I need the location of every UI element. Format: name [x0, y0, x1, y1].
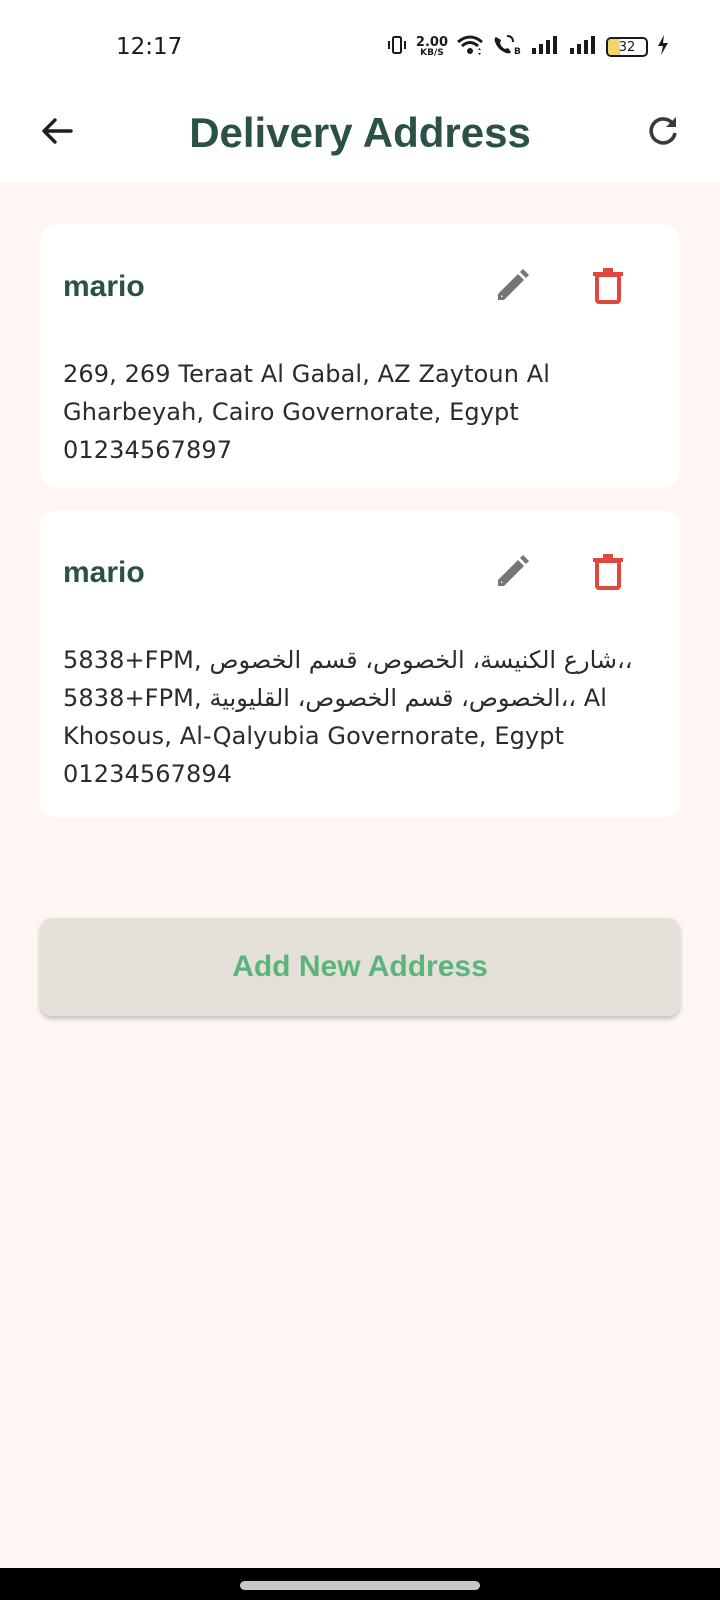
refresh-button[interactable]: [636, 106, 690, 160]
address-card: mario 269, 269 Teraat Al Gabal, AZ Zayto…: [40, 224, 680, 488]
delete-address-button[interactable]: [584, 550, 632, 598]
net-speed: 2.00 KB/S: [416, 36, 448, 58]
add-new-address-button[interactable]: Add New Address: [40, 918, 680, 1016]
status-bar: 12:17 2.00 KB/S B 32: [0, 0, 720, 92]
trash-icon: [588, 266, 628, 311]
address-line: 5838+FPM, الخصوص، قسم الخصوص، القليوبية،…: [63, 684, 607, 712]
trash-icon: [588, 552, 628, 597]
edit-address-button[interactable]: [488, 550, 536, 598]
address-card: mario 5838+FPM, شارع الكنيسة، الخصوص، قس…: [40, 510, 680, 818]
address-line: Gharbeyah, Cairo Governorate, Egypt: [63, 398, 519, 426]
add-new-address-label: Add New Address: [232, 950, 488, 983]
address-name: mario: [63, 270, 145, 303]
app-bar: Delivery Address: [0, 92, 720, 182]
address-text: 269, 269 Teraat Al Gabal, AZ Zaytoun Al …: [63, 355, 653, 469]
charging-icon: [656, 34, 670, 61]
page-title: Delivery Address: [189, 109, 531, 156]
address-phone: 01234567897: [63, 436, 233, 464]
wifi-calling-icon: B: [492, 34, 522, 61]
net-speed-unit: KB/S: [420, 48, 444, 58]
pencil-icon: [492, 266, 532, 311]
address-line: 5838+FPM, شارع الكنيسة، الخصوص، قسم الخص…: [63, 646, 633, 674]
battery-level: 32: [618, 39, 636, 55]
status-time: 12:17: [116, 34, 183, 60]
battery-icon: 32: [606, 37, 648, 57]
signal-icon: [568, 34, 598, 61]
vibrate-icon: [386, 34, 408, 61]
status-icons: 2.00 KB/S B 32: [386, 32, 670, 62]
home-gesture-handle[interactable]: [240, 1581, 480, 1590]
address-text: 5838+FPM, شارع الكنيسة، الخصوص، قسم الخص…: [63, 641, 653, 793]
address-line: Khosous, Al-Qalyubia Governorate, Egypt: [63, 722, 565, 750]
signal-icon: [530, 34, 560, 61]
pencil-icon: [492, 552, 532, 597]
address-phone: 01234567894: [63, 760, 233, 788]
svg-text:B: B: [514, 47, 521, 56]
system-navigation-bar: [0, 1568, 720, 1600]
delete-address-button[interactable]: [584, 264, 632, 312]
refresh-icon: [645, 113, 681, 154]
wifi-icon: [456, 34, 484, 61]
address-line: 269, 269 Teraat Al Gabal, AZ Zaytoun Al: [63, 360, 551, 388]
address-name: mario: [63, 556, 145, 589]
edit-address-button[interactable]: [488, 264, 536, 312]
